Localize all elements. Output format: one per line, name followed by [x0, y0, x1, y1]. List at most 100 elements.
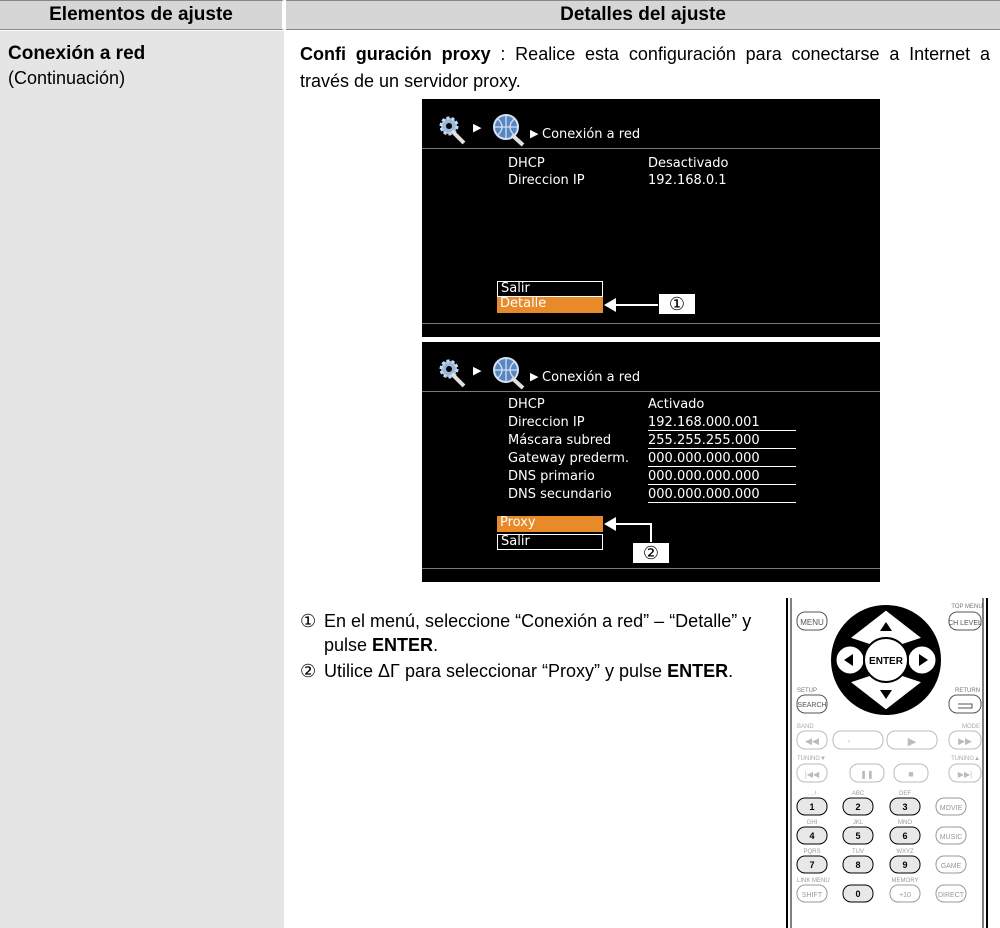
key-5-letters: JKL — [853, 820, 864, 826]
row-value: 192.168.0.1 — [648, 173, 727, 188]
screen-footer — [422, 568, 880, 582]
movie-label: MOVIE — [940, 805, 963, 812]
key-2-letters: ABC — [852, 791, 865, 797]
intro-paragraph: Confi guración proxy : Realice esta conf… — [300, 41, 990, 95]
screen-network-2: ▶ ▶ Conexión a red DHCP Activado Direcci… — [422, 342, 880, 582]
return-label: RETURN — [955, 688, 980, 694]
key-7-label: 7 — [809, 860, 814, 870]
setting-row: DHCP Activado — [508, 397, 878, 415]
plus10-label: +10 — [899, 892, 911, 899]
step-item: ② Utilice ΔΓ para seleccionar “Proxy” y … — [300, 659, 780, 683]
music-label: MUSIC — [940, 834, 963, 841]
key-1-letters: . , / — [808, 791, 817, 797]
row-label: DNS secundario — [508, 487, 612, 502]
direct-label: DIRECT — [938, 892, 965, 899]
callout-line — [612, 304, 658, 306]
setting-row: Gateway prederm. 000.000.000.000 — [508, 451, 878, 469]
row-value: 192.168.000.001 — [648, 415, 796, 431]
row-label: Direccion IP — [508, 415, 585, 430]
intro-bold: Confi guración proxy — [300, 44, 491, 64]
row-value: 255.255.255.000 — [648, 433, 796, 449]
key-6-letters: MNO — [898, 820, 912, 826]
network-globe-icon — [493, 357, 525, 390]
setting-row: DNS primario 000.000.000.000 — [508, 469, 878, 487]
setting-subtitle: (Continuación) — [8, 68, 126, 88]
header-details: Detalles del ajuste — [286, 0, 1000, 30]
screen-title: Conexión a red — [542, 370, 641, 385]
step-item: ① En el menú, seleccione “Conexión a red… — [300, 609, 780, 657]
key-6-label: 6 — [902, 831, 907, 841]
breadcrumb-arrow-icon: ▶ — [473, 364, 482, 377]
callout-badge: ② — [632, 542, 670, 564]
row-label: Gateway prederm. — [508, 451, 630, 466]
enter-key-label: ENTER — [667, 661, 729, 681]
step-number: ① — [300, 611, 317, 631]
step-body: Utilice ΔΓ para seleccionar “Proxy” y pu… — [324, 661, 668, 681]
setup-gear-icon — [439, 116, 466, 145]
key-3-letters: DEF — [899, 791, 911, 797]
menu-proxy[interactable]: Proxy — [497, 516, 603, 532]
key-1-label: 1 — [809, 802, 814, 812]
search-label: SEARCH — [797, 702, 826, 709]
key-9-letters: WXYZ — [896, 849, 914, 855]
callout-line — [650, 523, 652, 543]
setting-title: Conexión a red — [8, 43, 146, 64]
row-value: 000.000.000.000 — [648, 487, 796, 503]
enter-key-label: ENTER — [372, 635, 434, 655]
row-label: DNS primario — [508, 469, 595, 484]
number-keypad: . , / 1 ABC 2 DEF 3 MOVIE GHI 4 JKL 5 MN… — [796, 791, 967, 903]
setting-row: DHCP Desactivado — [508, 156, 878, 174]
row-value: Desactivado — [648, 156, 729, 171]
setting-row: Direccion IP 192.168.000.001 — [508, 415, 878, 433]
tuning-up-label: TUNING▲ — [951, 756, 980, 762]
screen-title: Conexión a red — [542, 127, 641, 142]
band-label: BAND — [797, 724, 814, 730]
stop-icon: ■ — [908, 769, 913, 779]
row-label: Máscara subred — [508, 433, 612, 448]
row-value: 000.000.000.000 — [648, 469, 796, 485]
row-label: DHCP — [508, 397, 545, 412]
menu-detalle[interactable]: Detalle — [497, 297, 603, 313]
header-items: Elementos de ajuste — [0, 0, 284, 30]
remote-control-illustration: MENU TOP MENU CH LEVEL ENTER SETUP SEARC… — [786, 598, 988, 928]
callout-arrow-icon — [604, 298, 616, 312]
breadcrumb-arrow-icon: ▶ — [473, 121, 482, 134]
menu-salir[interactable]: Salir — [497, 281, 603, 297]
pause-icon: ❚❚ — [860, 770, 873, 779]
left-column: Conexión a red (Continuación) — [0, 31, 284, 928]
row-label: Direccion IP — [508, 173, 585, 188]
dot-icon: ◦ — [847, 736, 850, 746]
row-value: Activado — [648, 397, 705, 412]
key-3-label: 3 — [902, 802, 907, 812]
callout-line — [612, 523, 652, 525]
screen-network-1: ▶ ▶ Conexión a red DHCP Desactivado Dire… — [422, 99, 880, 337]
screen-header: ▶ ▶ Conexión a red — [422, 99, 880, 149]
rewind-icon: ◀◀ — [805, 736, 819, 746]
setup-label: SETUP — [797, 688, 817, 694]
tuning-down-label: TUNING▼ — [797, 756, 826, 762]
callout-arrow-icon — [604, 517, 616, 531]
callout-badge: ① — [658, 293, 696, 315]
screen-header: ▶ ▶ Conexión a red — [422, 342, 880, 392]
setup-gear-icon — [439, 359, 466, 388]
link-menu-label: LINK MENU — [797, 878, 830, 884]
instruction-steps: ① En el menú, seleccione “Conexión a red… — [300, 609, 780, 685]
step-text: Utilice ΔΓ para seleccionar “Proxy” y pu… — [324, 659, 733, 683]
key-9-label: 9 — [902, 860, 907, 870]
key-5-label: 5 — [855, 831, 860, 841]
step-tail: . — [728, 661, 734, 681]
enter-label: ENTER — [869, 656, 904, 667]
breadcrumb-arrow-icon: ▶ — [530, 370, 539, 383]
row-value: 000.000.000.000 — [648, 451, 796, 467]
forward-icon: ▶▶ — [958, 736, 972, 746]
key-4-label: 4 — [809, 831, 814, 841]
setting-row: DNS secundario 000.000.000.000 — [508, 487, 878, 505]
key-0-label: 0 — [855, 889, 860, 899]
menu-label: MENU — [800, 618, 824, 627]
key-8-label: 8 — [855, 860, 860, 870]
play-icon: ▶ — [908, 736, 917, 748]
shift-label: SHIFT — [802, 892, 823, 899]
top-menu-label: TOP MENU — [951, 604, 982, 610]
menu-salir[interactable]: Salir — [497, 534, 603, 550]
game-label: GAME — [941, 863, 962, 870]
